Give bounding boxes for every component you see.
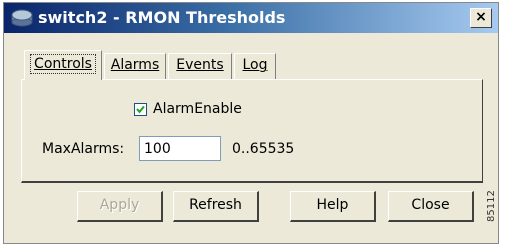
- window-title: switch2 - RMON Thresholds: [38, 8, 286, 27]
- alarm-enable-label: AlarmEnable: [153, 101, 242, 117]
- tab-log[interactable]: Log: [234, 53, 276, 79]
- tab-events-label: Events: [176, 57, 224, 73]
- tab-controls-label: Controls: [30, 54, 96, 74]
- figure-id-label: 85112: [486, 190, 497, 222]
- apply-button[interactable]: Apply: [77, 191, 163, 222]
- controls-panel: AlarmEnable MaxAlarms: 0..65535: [21, 79, 483, 183]
- max-alarms-label: MaxAlarms:: [42, 141, 125, 157]
- tab-events[interactable]: Events: [168, 53, 232, 79]
- tab-alarms-label: Alarms: [110, 57, 160, 73]
- tab-log-label: Log: [242, 57, 268, 73]
- tab-controls[interactable]: Controls: [24, 50, 102, 80]
- refresh-button[interactable]: Refresh: [173, 191, 259, 222]
- help-button[interactable]: Help: [290, 191, 376, 222]
- max-alarms-range: 0..65535: [232, 141, 295, 157]
- rmon-thresholds-dialog: switch2 - RMON Thresholds × Controls Ala…: [3, 2, 499, 244]
- title-bar[interactable]: switch2 - RMON Thresholds ×: [4, 3, 498, 33]
- max-alarms-input[interactable]: [139, 136, 221, 161]
- close-button[interactable]: Close: [388, 191, 474, 222]
- alarm-enable-checkbox[interactable]: [134, 103, 147, 116]
- switch-device-icon: [11, 8, 33, 28]
- check-mark-icon: [136, 105, 145, 114]
- window-close-button[interactable]: ×: [470, 8, 492, 28]
- tab-alarms[interactable]: Alarms: [104, 53, 166, 79]
